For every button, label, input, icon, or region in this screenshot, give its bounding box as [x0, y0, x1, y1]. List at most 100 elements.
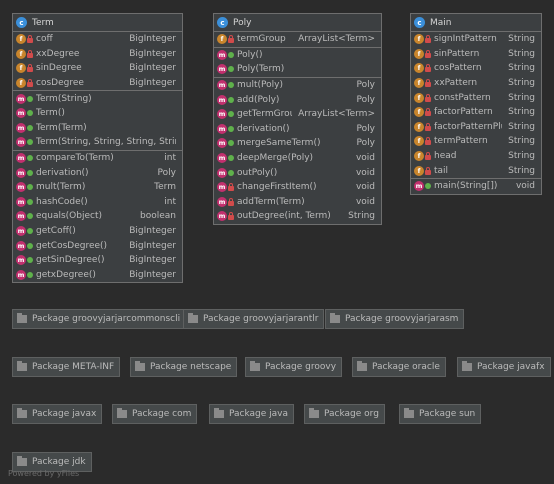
field-row[interactable]: f sinDegree BigInteger — [13, 61, 182, 76]
package-node[interactable]: Package groovyjarjarasm — [325, 309, 465, 329]
field-row[interactable]: f xxDegree BigInteger — [13, 47, 182, 62]
package-node[interactable]: Package META-INF — [12, 357, 121, 377]
member-type: String — [508, 92, 535, 103]
member-type: void — [355, 153, 375, 164]
package-label: Package javax — [32, 409, 97, 419]
folder-icon — [17, 408, 27, 418]
private-lock-icon — [425, 64, 431, 73]
method-row[interactable]: m getSinDegree() BigInteger — [13, 253, 182, 268]
method-row[interactable]: m mult(Term) Term — [13, 180, 182, 195]
class-node-main[interactable]: c Main f signIntPattern String f sinPattern Str… — [410, 13, 542, 195]
method-row[interactable]: m hashCode() int — [13, 195, 182, 210]
package-node[interactable]: Package groovyjarjarantlr — [183, 309, 325, 329]
package-node[interactable]: Package com — [112, 404, 198, 424]
method-row[interactable]: m getCoff() BigInteger — [13, 224, 182, 239]
method-row[interactable]: m deepMerge(Poly) void — [214, 151, 381, 166]
field-icon: f — [414, 121, 424, 132]
field-row[interactable]: f termGroup ArrayList<Term> — [214, 32, 381, 47]
class-node-poly[interactable]: c Poly f termGroup ArrayList<Term> m Poly() m Po… — [213, 13, 382, 225]
method-row[interactable]: m equals(Object) boolean — [13, 209, 182, 224]
member-type: void — [355, 182, 375, 193]
method-row[interactable]: m getxDegree() BigInteger — [13, 268, 182, 283]
package-label: Package com — [132, 409, 192, 419]
field-row[interactable]: f coff BigInteger — [13, 32, 182, 47]
constructor-row[interactable]: m Poly(Term) — [214, 62, 381, 77]
field-row[interactable]: f signIntPattern String — [411, 32, 541, 47]
method-row[interactable]: m addTerm(Term) void — [214, 195, 381, 210]
field-row[interactable]: f xxPattern String — [411, 76, 541, 91]
method-row[interactable]: m changeFirstItem() void — [214, 180, 381, 195]
member-type: String — [508, 151, 535, 162]
method-row[interactable]: m getTermGroup() ArrayList<Term> — [214, 107, 381, 122]
package-node[interactable]: Package java — [209, 404, 295, 424]
field-row[interactable]: f factorPatternPlus String — [411, 120, 541, 135]
public-visibility-icon — [228, 139, 234, 147]
package-node[interactable]: Package groovy — [245, 357, 343, 377]
folder-icon — [309, 408, 319, 418]
method-row[interactable]: m mult(Poly) Poly — [214, 78, 381, 93]
method-row[interactable]: m add(Poly) Poly — [214, 92, 381, 107]
member-type: Poly — [157, 167, 176, 178]
package-node[interactable]: Package javax — [12, 404, 103, 424]
constructor-row[interactable]: m Term() — [13, 106, 182, 121]
folder-icon — [250, 361, 260, 371]
package-node[interactable]: Package javafx — [457, 357, 551, 377]
class-header[interactable]: c Term — [13, 14, 182, 32]
field-icon: f — [414, 92, 424, 103]
method-row[interactable]: m derivation() Poly — [13, 165, 182, 180]
class-title: Main — [430, 17, 452, 28]
constructor-row[interactable]: m Term(String) — [13, 91, 182, 106]
field-row[interactable]: f sinPattern String — [411, 47, 541, 62]
member-type: String — [508, 121, 535, 132]
package-node[interactable]: Package oracle — [352, 357, 446, 377]
method-row[interactable]: m compareTo(Term) int — [13, 151, 182, 166]
package-node[interactable]: Package org — [304, 404, 385, 424]
field-row[interactable]: f cosDegree BigInteger — [13, 76, 182, 91]
constructors-section: m Poly() m Poly(Term) — [214, 48, 381, 78]
member-name: xxPattern — [434, 78, 478, 89]
package-node[interactable]: Package sun — [399, 404, 482, 424]
package-node[interactable]: Package groovyjarjarcommonscli — [12, 309, 187, 329]
field-row[interactable]: f head String — [411, 149, 541, 164]
member-name: sinDegree — [36, 63, 82, 74]
field-row[interactable]: f constPattern String — [411, 90, 541, 105]
method-row[interactable]: m main(String[]) void — [411, 179, 541, 194]
field-icon: f — [414, 107, 424, 118]
class-title: Term — [32, 17, 54, 28]
field-row[interactable]: f termPattern String — [411, 134, 541, 149]
field-row[interactable]: f cosPattern String — [411, 61, 541, 76]
private-lock-icon — [425, 93, 431, 102]
folder-icon — [214, 408, 224, 418]
class-header[interactable]: c Main — [411, 14, 541, 32]
package-node[interactable]: Package netscape — [130, 357, 238, 377]
method-icon: m — [16, 255, 26, 266]
method-row[interactable]: m derivation() Poly — [214, 122, 381, 137]
constructor-row[interactable]: m Term(String, String, String, String) — [13, 135, 182, 150]
methods-section: m mult(Poly) Poly m add(Poly) Poly m getTermGro… — [214, 78, 381, 224]
method-icon: m — [217, 211, 227, 222]
private-lock-icon — [228, 212, 234, 221]
constructor-row[interactable]: m Poly() — [214, 48, 381, 63]
method-icon: m — [16, 240, 26, 251]
class-header[interactable]: c Poly — [214, 14, 381, 32]
fields-section: f termGroup ArrayList<Term> — [214, 32, 381, 48]
package-label: Package javafx — [477, 362, 545, 372]
constructor-row[interactable]: m Term(Term) — [13, 121, 182, 136]
method-row[interactable]: m outPoly() void — [214, 165, 381, 180]
method-row[interactable]: m mergeSameTerm() Poly — [214, 136, 381, 151]
field-icon: f — [217, 34, 227, 45]
private-lock-icon — [425, 35, 431, 44]
method-row[interactable]: m getCosDegree() BigInteger — [13, 238, 182, 253]
method-row[interactable]: m outDegree(int, Term) String — [214, 209, 381, 224]
member-name: derivation() — [237, 123, 290, 134]
member-type: BigInteger — [129, 48, 176, 59]
member-name: factorPatternPlus — [434, 121, 502, 132]
field-row[interactable]: f factorPattern String — [411, 105, 541, 120]
private-lock-icon — [425, 152, 431, 161]
class-node-term[interactable]: c Term f coff BigInteger f xxDegree BigInteger f… — [12, 13, 183, 284]
field-row[interactable]: f tail String — [411, 163, 541, 178]
method-icon: m — [217, 109, 227, 120]
member-type: void — [515, 181, 535, 192]
member-name: constPattern — [434, 92, 491, 103]
method-icon: m — [217, 138, 227, 149]
